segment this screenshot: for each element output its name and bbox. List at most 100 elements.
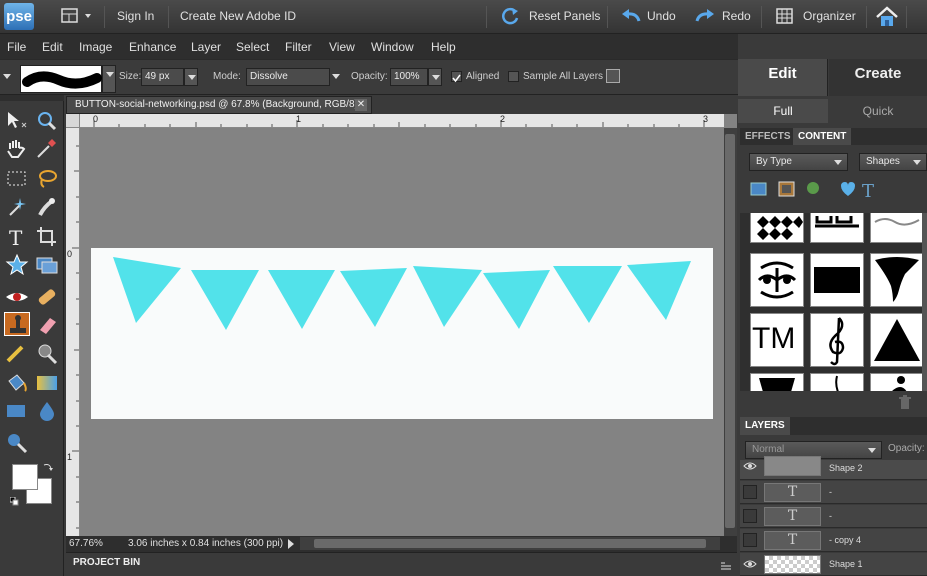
red-eye-removal-tool-icon[interactable] [4,285,30,309]
move-tool-icon[interactable] [4,109,30,133]
crop-tool-icon[interactable] [34,225,60,249]
project-bin-label[interactable]: PROJECT BIN [73,557,140,568]
hand-tool-icon[interactable] [4,137,30,161]
category-dropdown[interactable]: Shapes [859,153,927,171]
zoom-tool-icon[interactable] [34,109,60,133]
menu-view[interactable]: View [329,40,355,54]
shape-tool-icon[interactable] [4,399,30,423]
aligned-checkbox[interactable] [451,71,462,83]
mode-select[interactable]: Dissolve [246,68,330,86]
shape-damask[interactable] [750,253,804,307]
shape-trademark[interactable]: TM [750,313,804,367]
size-input[interactable]: 49 px [141,68,184,86]
menu-layer[interactable]: Layer [191,40,221,54]
tab-effects[interactable]: EFFECTS [740,128,796,145]
brush-preview[interactable] [20,65,102,93]
sample-all-layers-checkbox[interactable] [508,71,519,82]
foreground-color-swatch[interactable] [12,464,38,490]
magic-wand-tool-icon[interactable] [4,195,30,219]
layer-visibility-toggle[interactable] [743,533,757,547]
zoom-level[interactable]: 67.76% [69,538,103,549]
mode-dropdown[interactable] [329,68,343,86]
undo-button[interactable]: Undo [647,9,676,23]
sign-in-link[interactable]: Sign In [117,9,154,23]
shape-ornament[interactable] [870,213,924,243]
vertical-scroll-thumb[interactable] [725,134,735,528]
opacity-dropdown[interactable] [428,68,442,86]
gradient-tool-icon[interactable] [34,371,60,395]
panel-menu-icon[interactable] [721,559,731,570]
menu-help[interactable]: Help [431,40,456,54]
shape-trophy[interactable] [750,373,804,391]
layers-tab[interactable]: LAYERS [740,417,790,435]
layer-row[interactable]: Shape 2 [740,456,927,480]
menu-file[interactable]: File [7,40,26,54]
layer-row[interactable]: Shape 1 [740,553,927,576]
ignore-adjustment-layers-icon[interactable] [606,69,620,83]
layer-row[interactable]: T - [740,481,927,504]
eyedropper-tool-icon[interactable] [34,137,60,161]
shape-treble-clef[interactable] [810,313,864,367]
tab-quick[interactable]: Quick [829,99,927,123]
quick-selection-tool-icon[interactable] [34,195,60,219]
shape-greek-key[interactable] [810,213,864,243]
reset-panels-icon[interactable] [500,6,522,26]
cookie-cutter-tool-icon[interactable] [4,253,30,277]
pencil-tool-icon[interactable] [4,341,30,365]
horizontal-scrollbar[interactable] [300,537,720,550]
image-canvas[interactable] [91,248,713,419]
swap-colors-icon[interactable] [42,461,54,473]
smart-brush-tool-icon[interactable] [34,341,60,365]
default-colors-icon[interactable] [9,495,19,506]
layer-row[interactable]: T - [740,505,927,528]
redo-icon[interactable] [693,6,717,26]
layer-row[interactable]: T - copy 4 [740,529,927,552]
document-tab[interactable]: BUTTON-social-networking.psd @ 67.8% (Ba… [66,96,372,114]
menu-select[interactable]: Select [236,40,269,54]
shape-diamond-pattern[interactable] [750,213,804,243]
shape-rectangle[interactable] [810,253,864,307]
blur-tool-icon[interactable] [34,399,60,423]
reset-panels-button[interactable]: Reset Panels [529,9,600,23]
healing-brush-tool-icon[interactable] [34,285,60,309]
lasso-tool-icon[interactable] [34,167,60,191]
workspace-layout-icon[interactable] [60,6,96,26]
tab-create[interactable]: Create [829,59,927,96]
layer-visibility-toggle[interactable] [743,485,757,499]
menu-enhance[interactable]: Enhance [129,40,176,54]
size-dropdown[interactable] [184,68,198,86]
redo-button[interactable]: Redo [722,9,751,23]
menu-filter[interactable]: Filter [285,40,312,54]
status-menu-arrow-icon[interactable] [288,539,294,549]
shape-figure[interactable] [870,373,924,391]
undo-icon[interactable] [619,6,643,26]
brush-picker-dropdown[interactable] [102,65,116,93]
close-document-button[interactable]: ✕ [355,99,367,111]
tool-preset-arrow[interactable] [3,74,11,79]
eraser-tool-icon[interactable] [34,312,60,336]
organizer-icon[interactable] [775,6,795,26]
layer-visibility-eye-icon[interactable] [743,557,757,571]
organizer-button[interactable]: Organizer [803,9,856,23]
vertical-scrollbar[interactable] [724,128,737,536]
layer-visibility-toggle[interactable] [743,509,757,523]
shape-tornado[interactable] [870,253,924,307]
home-icon[interactable] [875,6,899,26]
paint-bucket-tool-icon[interactable] [4,371,30,395]
type-tool-icon[interactable]: T [4,225,30,250]
filter-by-type-dropdown[interactable]: By Type [749,153,848,171]
menu-edit[interactable]: Edit [42,40,63,54]
shape-swirl[interactable] [810,373,864,391]
shape-triangle[interactable] [870,313,924,367]
menu-window[interactable]: Window [371,40,414,54]
rectangular-marquee-tool-icon[interactable] [4,167,30,191]
create-adobe-id-link[interactable]: Create New Adobe ID [180,9,296,23]
trash-icon[interactable] [898,395,912,411]
recompose-tool-icon[interactable] [34,253,60,277]
clone-stamp-tool-icon[interactable] [4,312,30,336]
menu-image[interactable]: Image [79,40,112,54]
horizontal-scroll-thumb[interactable] [314,539,706,548]
layer-visibility-eye-icon[interactable] [743,460,757,470]
tab-content[interactable]: CONTENT [793,128,852,145]
opacity-input[interactable]: 100% [390,68,428,86]
